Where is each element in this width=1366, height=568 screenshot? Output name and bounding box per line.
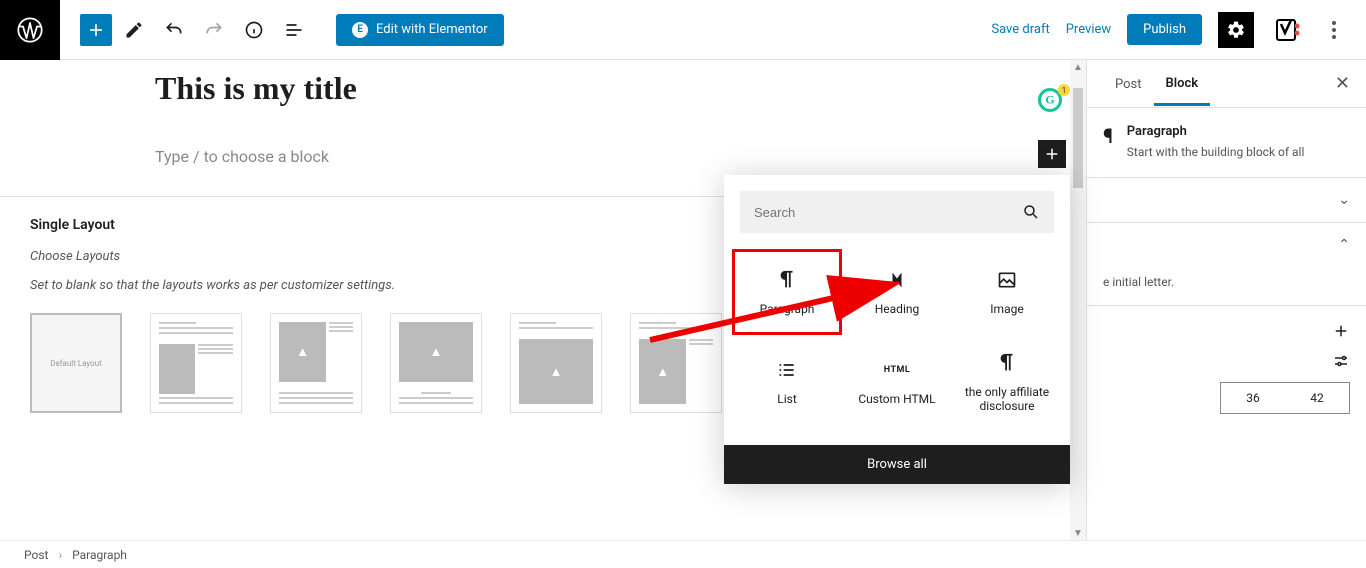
editor-area: This is my title Type / to choose a bloc… [0, 60, 1086, 166]
redo-icon[interactable] [196, 12, 232, 48]
sliders-icon[interactable] [1332, 352, 1350, 370]
main-scrollbar[interactable]: ▲ ▼ [1070, 60, 1086, 540]
layout-thumb-default[interactable]: Default Layout [30, 313, 122, 413]
inserter-search[interactable] [740, 191, 1054, 233]
settings-button[interactable] [1218, 12, 1254, 48]
layout-thumb-6[interactable]: ▲ [630, 313, 722, 413]
settings-sidebar: Post Block ✕ ¶ Paragraph Start with the … [1086, 60, 1366, 540]
html-icon: HTML [885, 358, 909, 382]
block-grid: Paragraph Heading Image List HTML Custom… [724, 249, 1070, 445]
block-description: ¶ Paragraph Start with the building bloc… [1087, 108, 1366, 177]
grammarly-badge[interactable]: 1 [1038, 88, 1066, 116]
block-item-affiliate[interactable]: the only affiliate disclosure [952, 335, 1062, 429]
affiliate-paragraph-icon [995, 351, 1019, 375]
sidebar-section-expanded[interactable]: ⌃ [1087, 222, 1366, 267]
toolbar-left: E Edit with Elementor [60, 12, 504, 48]
breadcrumb: Post › Paragraph [0, 540, 1366, 568]
image-icon [995, 268, 1019, 292]
browse-all-button[interactable]: Browse all [724, 445, 1070, 484]
add-control-icon[interactable] [1332, 322, 1350, 340]
edit-tool-icon[interactable] [116, 12, 152, 48]
save-draft-button[interactable]: Save draft [991, 22, 1049, 37]
info-icon[interactable] [236, 12, 272, 48]
number-range-input[interactable]: 36 42 [1220, 382, 1350, 414]
chevron-up-icon: ⌃ [1338, 237, 1350, 253]
chevron-down-icon: ⌄ [1338, 192, 1350, 208]
undo-icon[interactable] [156, 12, 192, 48]
block-subtitle: Start with the building block of all [1127, 143, 1305, 161]
breadcrumb-paragraph[interactable]: Paragraph [72, 548, 127, 562]
block-item-list[interactable]: List [732, 335, 842, 429]
publish-button[interactable]: Publish [1127, 14, 1202, 45]
elementor-label: Edit with Elementor [376, 22, 488, 37]
grammarly-count: 1 [1058, 84, 1070, 96]
outline-icon[interactable] [276, 12, 312, 48]
breadcrumb-post[interactable]: Post [24, 548, 48, 562]
block-title: Paragraph [1127, 124, 1305, 139]
add-block-inline-button[interactable] [1038, 140, 1066, 168]
more-menu-button[interactable] [1322, 12, 1346, 48]
tab-post[interactable]: Post [1103, 63, 1154, 104]
layout-thumb-4[interactable]: ▲ [390, 313, 482, 413]
tab-block[interactable]: Block [1154, 62, 1211, 106]
add-block-toolbar-button[interactable] [80, 14, 112, 46]
layout-thumb-3[interactable]: ▲ [270, 313, 362, 413]
block-item-paragraph[interactable]: Paragraph [732, 249, 842, 335]
block-prompt[interactable]: Type / to choose a block [155, 147, 931, 166]
elementor-button[interactable]: E Edit with Elementor [336, 14, 504, 46]
yoast-button[interactable] [1270, 12, 1306, 48]
sidebar-extra-controls: 36 42 [1087, 305, 1366, 430]
sidebar-tabs: Post Block ✕ [1087, 60, 1366, 108]
sidebar-body-text: e initial letter. [1087, 267, 1366, 305]
preview-button[interactable]: Preview [1066, 22, 1111, 37]
breadcrumb-separator: › [58, 548, 62, 562]
block-inserter-popup: Paragraph Heading Image List HTML Custom… [724, 175, 1070, 484]
close-sidebar-icon[interactable]: ✕ [1335, 73, 1350, 94]
toolbar-right: Save draft Preview Publish [991, 12, 1366, 48]
list-icon [775, 358, 799, 382]
top-toolbar: E Edit with Elementor Save draft Preview… [0, 0, 1366, 60]
search-icon [1022, 203, 1040, 221]
block-item-image[interactable]: Image [952, 249, 1062, 335]
heading-icon [885, 268, 909, 292]
paragraph-icon [775, 268, 799, 292]
elementor-icon: E [352, 22, 368, 38]
paragraph-icon: ¶ [1103, 124, 1113, 161]
block-item-custom-html[interactable]: HTML Custom HTML [842, 335, 952, 429]
block-item-heading[interactable]: Heading [842, 249, 952, 335]
post-title[interactable]: This is my title [155, 70, 931, 107]
layout-thumb-5[interactable]: ▲ [510, 313, 602, 413]
sidebar-section-collapsed[interactable]: ⌄ [1087, 177, 1366, 222]
layout-thumb-2[interactable] [150, 313, 242, 413]
search-input[interactable] [754, 205, 1022, 220]
wp-logo[interactable] [0, 0, 60, 60]
